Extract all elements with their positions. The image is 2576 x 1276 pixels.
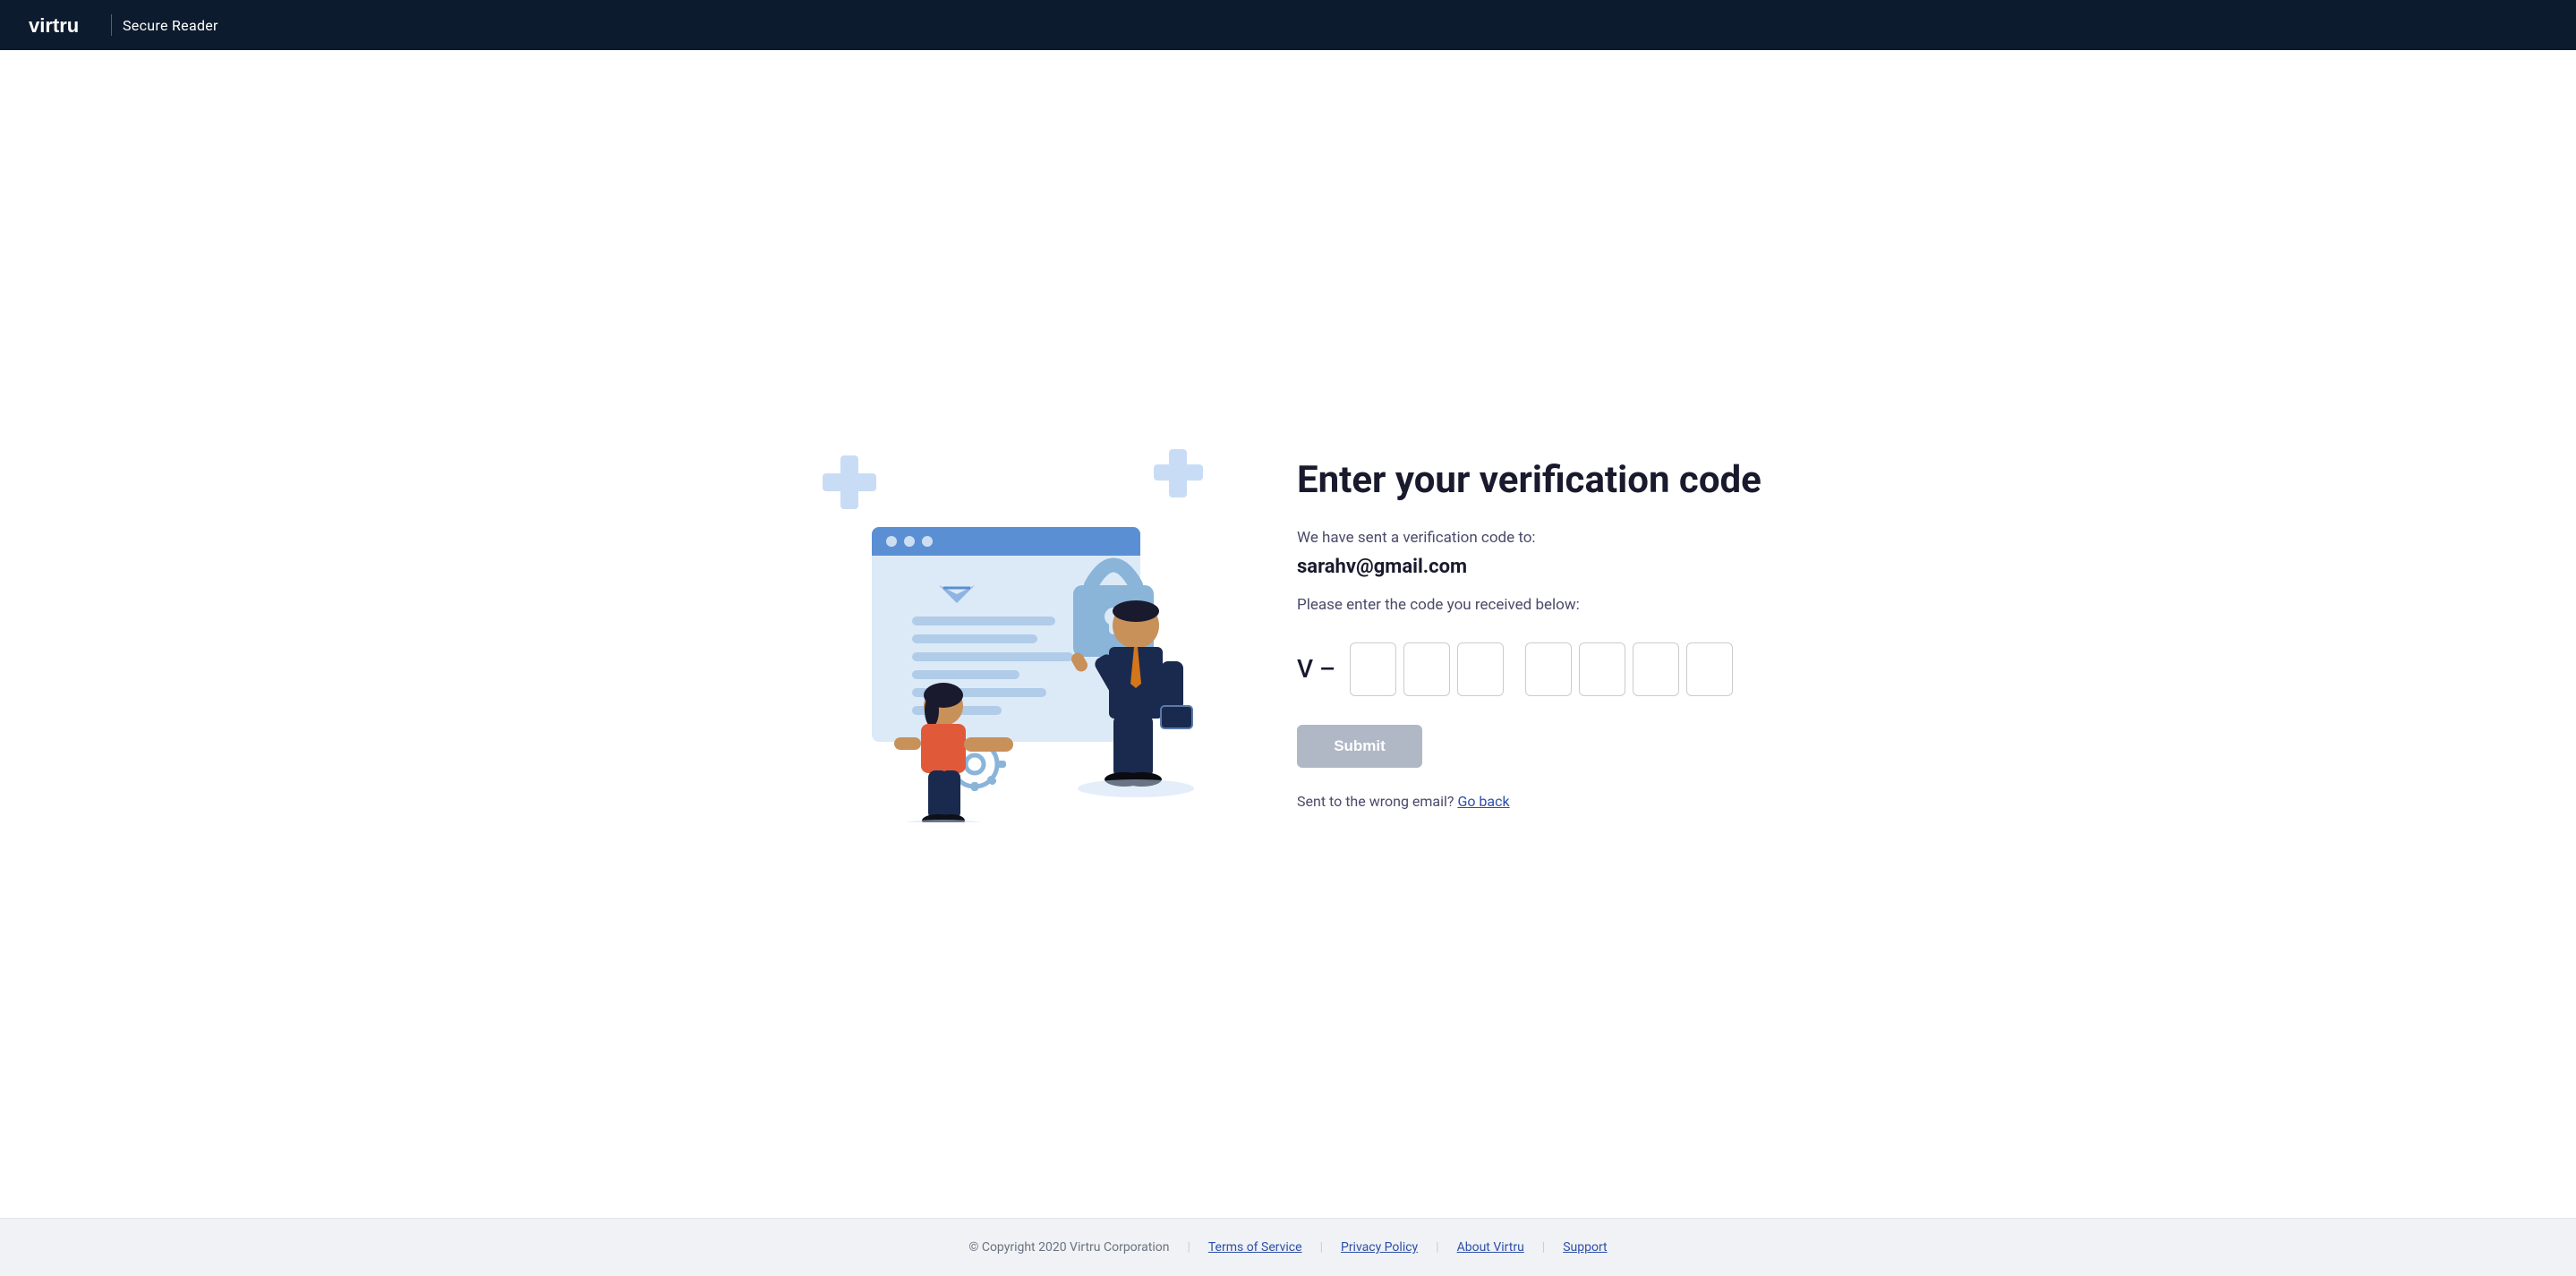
code-group-1	[1350, 642, 1504, 696]
footer-sep-3: |	[1436, 1240, 1438, 1255]
right-panel: Enter your verification code We have sen…	[1297, 458, 1780, 809]
footer: © Copyright 2020 Virtru Corporation | Te…	[0, 1218, 2576, 1276]
code-input-4[interactable]	[1525, 642, 1572, 696]
email-display: sarahv@gmail.com	[1297, 556, 1780, 578]
footer-sep-2: |	[1320, 1240, 1323, 1255]
header: virtru Secure Reader	[0, 0, 2576, 50]
code-input-5[interactable]	[1579, 642, 1625, 696]
footer-link-about[interactable]: About Virtru	[1457, 1240, 1524, 1255]
code-input-6[interactable]	[1633, 642, 1679, 696]
code-input-7[interactable]	[1686, 642, 1733, 696]
submit-button[interactable]: Submit	[1297, 725, 1422, 768]
wrong-email-row: Sent to the wrong email? Go back	[1297, 793, 1780, 810]
go-back-link[interactable]: Go back	[1457, 793, 1509, 810]
header-logo: virtru Secure Reader	[29, 13, 218, 38]
footer-sep-4: |	[1542, 1240, 1545, 1255]
code-input-row: V –	[1297, 642, 1780, 696]
footer-link-privacy[interactable]: Privacy Policy	[1341, 1240, 1418, 1255]
code-input-3[interactable]	[1457, 642, 1504, 696]
footer-copyright: © Copyright 2020 Virtru Corporation	[968, 1240, 1169, 1255]
wrong-email-text: Sent to the wrong email?	[1297, 793, 1454, 810]
illustration	[796, 447, 1225, 822]
subtitle-text: We have sent a verification code to:	[1297, 529, 1780, 547]
page-title: Enter your verification code	[1297, 458, 1780, 503]
code-group-2	[1525, 642, 1733, 696]
virtru-logo-icon: virtru	[29, 13, 100, 38]
footer-link-support[interactable]: Support	[1563, 1240, 1607, 1255]
main-content: Enter your verification code We have sen…	[0, 50, 2576, 1218]
header-title: Secure Reader	[123, 17, 218, 34]
svg-text:virtru: virtru	[29, 14, 79, 37]
instruction-text: Please enter the code you received below…	[1297, 596, 1780, 614]
header-divider	[111, 14, 112, 36]
code-input-1[interactable]	[1350, 642, 1396, 696]
code-prefix: V –	[1297, 654, 1335, 684]
footer-sep-1: |	[1187, 1240, 1190, 1255]
content-wrapper: Enter your verification code We have sen…	[796, 447, 1780, 822]
code-input-2[interactable]	[1403, 642, 1450, 696]
footer-link-terms[interactable]: Terms of Service	[1208, 1240, 1302, 1255]
footer-inner: © Copyright 2020 Virtru Corporation | Te…	[21, 1240, 2555, 1255]
